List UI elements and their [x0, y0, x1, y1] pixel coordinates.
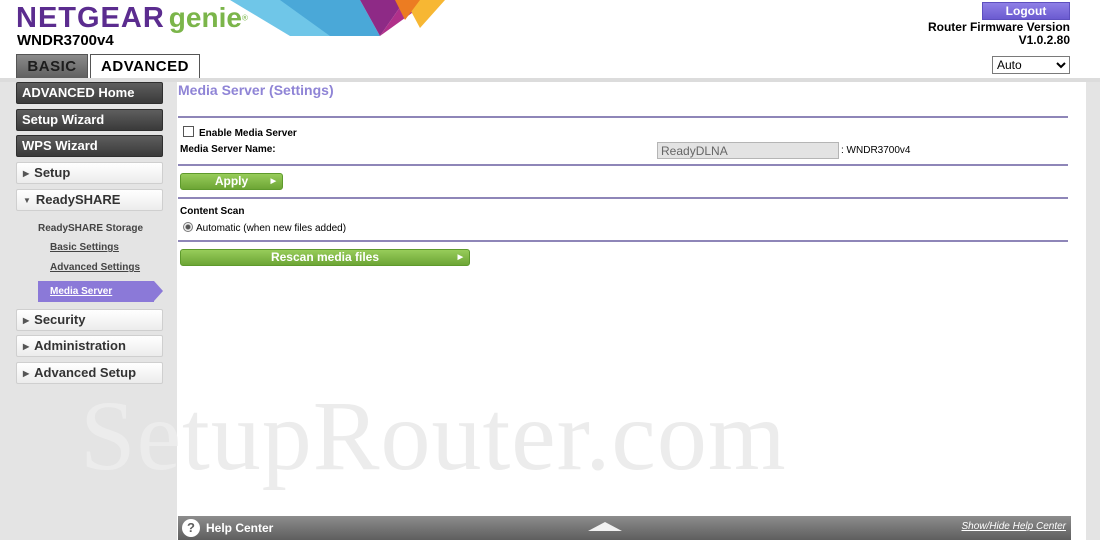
sidebar-item-advanced-home[interactable]: ADVANCED Home	[16, 82, 163, 104]
router-model: WNDR3700v4	[17, 32, 114, 49]
triangle-right-icon: ▶	[23, 342, 30, 351]
triangle-right-icon: ▶	[23, 316, 30, 325]
tab-advanced[interactable]: ADVANCED	[90, 54, 200, 79]
enable-media-server-checkbox[interactable]	[183, 126, 194, 137]
sidebar-link-basic-settings[interactable]: Basic Settings	[50, 242, 119, 253]
sidebar-item-label: ReadySHARE	[35, 192, 121, 207]
sidebar-item-wps-wizard[interactable]: WPS Wizard	[16, 135, 163, 157]
right-frame-bar	[1086, 82, 1100, 540]
header: NETGEAR genie® WNDR3700v4 Logout Router F…	[0, 0, 1100, 80]
rescan-media-files-button[interactable]: Rescan media files ▶	[180, 249, 470, 266]
netgear-wordmark: NETGEAR	[16, 2, 165, 34]
sidebar-item-setup[interactable]: ▶ Setup	[16, 162, 163, 184]
logout-button[interactable]: Logout	[982, 2, 1070, 20]
tab-basic[interactable]: BASIC	[16, 54, 88, 79]
watermark: SetupRouter.com	[80, 380, 787, 491]
help-center-title: Help Center	[206, 521, 274, 535]
media-server-name-field[interactable]	[657, 142, 839, 159]
sidebar-subheading-readyshare-storage: ReadySHARE Storage	[38, 223, 144, 234]
sidebar-item-setup-wizard[interactable]: Setup Wizard	[16, 109, 163, 131]
sidebar-link-advanced-settings[interactable]: Advanced Settings	[50, 262, 140, 273]
divider	[178, 197, 1068, 199]
media-server-name-suffix: : WNDR3700v4	[841, 145, 911, 156]
sidebar-link-media-server[interactable]: Media Server	[38, 281, 154, 302]
enable-media-server-label: Enable Media Server	[199, 128, 297, 139]
rescan-button-label: Rescan media files	[270, 250, 380, 264]
divider	[178, 164, 1068, 166]
header-banner-graphic	[230, 0, 445, 36]
content-scan-label: Content Scan	[180, 206, 245, 217]
firmware-version-label: Router Firmware Version	[927, 20, 1070, 34]
triangle-right-icon: ▶	[270, 178, 276, 185]
language-select[interactable]: Auto	[992, 56, 1070, 74]
triangle-right-icon: ▶	[23, 169, 30, 178]
apply-button-label: Apply	[214, 174, 249, 188]
triangle-right-icon: ▶	[457, 254, 463, 261]
sidebar-item-security[interactable]: ▶ Security	[16, 309, 163, 331]
media-server-name-label: Media Server Name:	[180, 144, 276, 155]
triangle-right-icon: ▶	[23, 369, 30, 378]
triangle-down-icon: ▼	[23, 196, 31, 205]
sidebar-item-administration[interactable]: ▶ Administration	[16, 335, 163, 357]
help-center-bar: ? Help Center Show/Hide Help Center	[178, 516, 1071, 540]
sidebar-item-label: Administration	[34, 338, 126, 353]
sidebar-item-readyshare[interactable]: ▼ ReadySHARE	[16, 189, 163, 211]
apply-button[interactable]: Apply ▶	[180, 173, 283, 190]
divider	[178, 240, 1068, 242]
help-question-icon[interactable]: ?	[182, 519, 200, 537]
expand-up-icon[interactable]	[588, 522, 622, 531]
page-title: Media Server (Settings)	[178, 82, 334, 98]
sidebar-item-label: Security	[34, 312, 86, 327]
sidebar-item-label: Setup	[34, 165, 71, 180]
automatic-scan-label: Automatic (when new files added)	[196, 223, 347, 234]
divider	[178, 116, 1068, 118]
active-item-pointer	[154, 281, 163, 301]
show-hide-help-center-link[interactable]: Show/Hide Help Center	[962, 521, 1067, 532]
automatic-scan-radio[interactable]	[183, 222, 193, 232]
firmware-version-value: V1.0.2.80	[1018, 33, 1070, 47]
